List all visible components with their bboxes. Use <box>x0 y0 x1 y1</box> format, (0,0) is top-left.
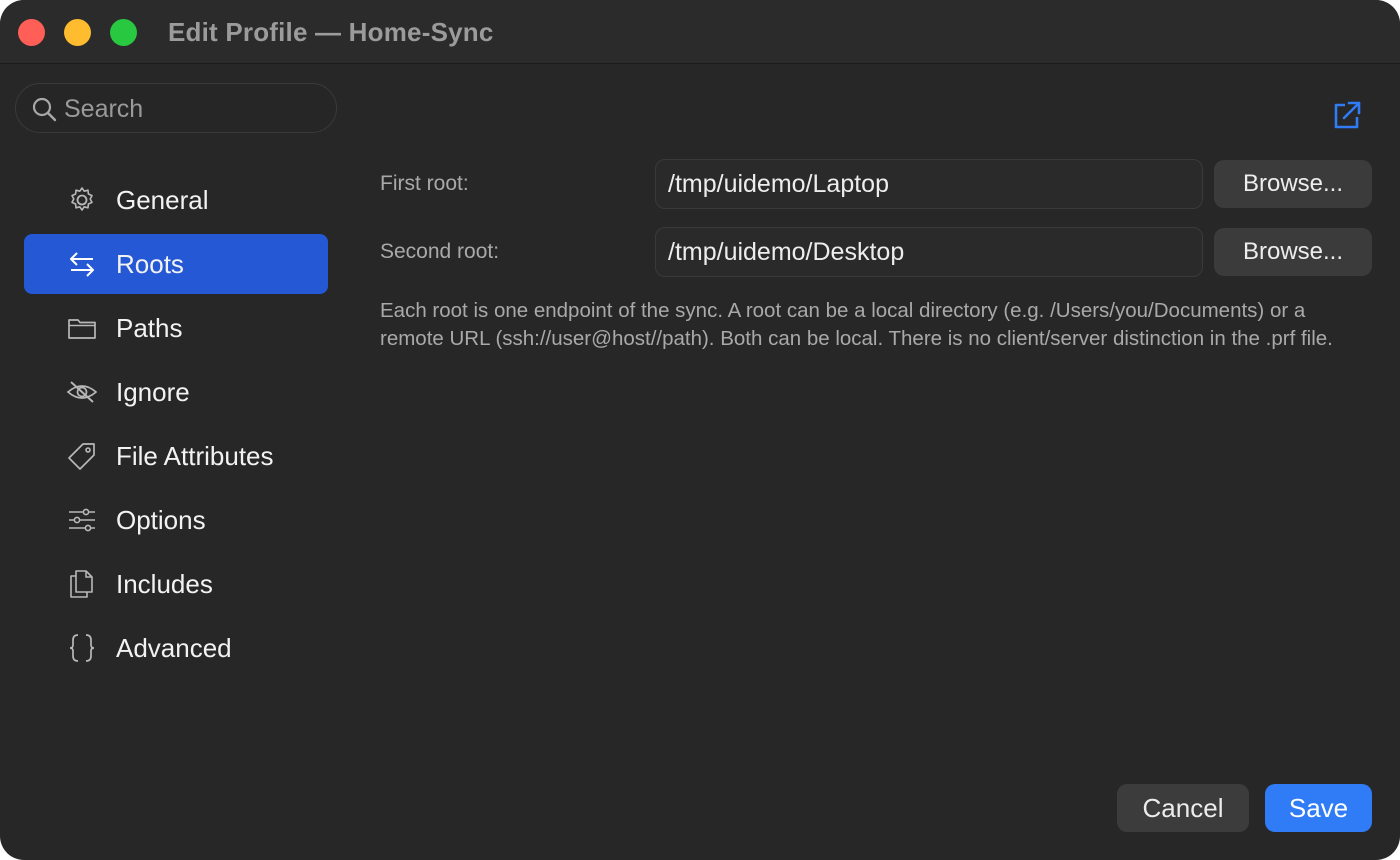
zoom-window-button[interactable] <box>110 19 137 46</box>
sidebar-item-ignore[interactable]: Ignore <box>24 362 328 422</box>
sidebar-item-label: Advanced <box>116 633 232 663</box>
sidebar-item-label: Roots <box>116 249 184 279</box>
roots-help-text: Each root is one endpoint of the sync. A… <box>380 299 1333 350</box>
external-link-icon <box>1334 101 1361 129</box>
sidebar-item-roots[interactable]: Roots <box>24 234 328 294</box>
sidebar-item-includes[interactable]: Includes <box>24 554 328 614</box>
gear-icon <box>66 184 98 216</box>
sidebar-item-advanced[interactable]: Advanced <box>24 618 328 678</box>
cancel-button[interactable]: Cancel <box>1117 784 1249 832</box>
first-root-browse-button[interactable]: Browse... <box>1214 160 1372 208</box>
folder-icon <box>66 312 98 344</box>
sidebar-item-label: Paths <box>116 313 183 343</box>
sidebar-item-label: Ignore <box>116 377 190 407</box>
second-root-label: Second root: <box>380 240 500 263</box>
tag-icon <box>66 440 98 472</box>
second-root-field[interactable] <box>655 227 1203 277</box>
sidebar-item-paths[interactable]: Paths <box>24 298 328 358</box>
second-root-browse-button[interactable]: Browse... <box>1214 228 1372 276</box>
first-root-field[interactable] <box>655 159 1203 209</box>
open-in-window-button[interactable] <box>1330 98 1364 132</box>
sidebar-item-label: Includes <box>116 569 213 599</box>
first-root-label: First root: <box>380 172 469 195</box>
search-icon <box>32 97 57 122</box>
sliders-icon <box>66 504 98 536</box>
sidebar-item-label: General <box>116 185 209 215</box>
braces-icon <box>66 632 98 664</box>
sidebar-item-options[interactable]: Options <box>24 490 328 550</box>
sidebar-item-label: Options <box>116 505 206 535</box>
sidebar-nav: General Roots Paths Ignore File Attribut… <box>24 170 328 682</box>
save-button[interactable]: Save <box>1265 784 1372 832</box>
title-bar: Edit Profile — Home-Sync <box>0 0 1400 64</box>
sidebar-item-file-attributes[interactable]: File Attributes <box>24 426 328 486</box>
documents-icon <box>66 568 98 600</box>
search-input[interactable] <box>64 92 324 126</box>
minimize-window-button[interactable] <box>64 19 91 46</box>
eye-slash-icon <box>66 376 98 408</box>
sidebar-item-general[interactable]: General <box>24 170 328 230</box>
edit-profile-window: Edit Profile — Home-Sync General <box>0 0 1400 860</box>
arrows-swap-icon <box>66 248 98 280</box>
close-window-button[interactable] <box>18 19 45 46</box>
search-box[interactable] <box>15 83 337 133</box>
window-title: Edit Profile — Home-Sync <box>168 17 494 47</box>
sidebar-item-label: File Attributes <box>116 441 274 471</box>
